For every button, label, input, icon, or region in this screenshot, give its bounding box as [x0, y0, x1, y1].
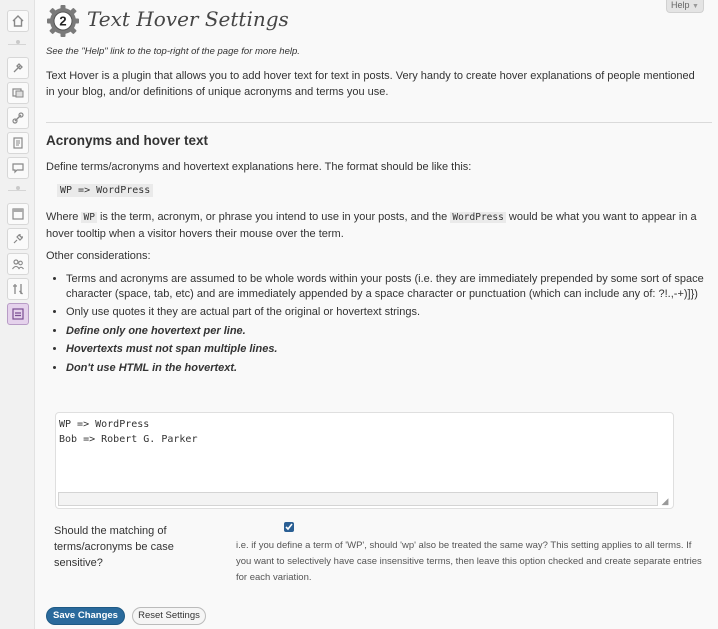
- chevron-down-icon: ▼: [692, 3, 699, 10]
- tools-icon[interactable]: [7, 278, 29, 300]
- where-pre: Where: [46, 211, 79, 223]
- comments-icon[interactable]: [7, 157, 29, 179]
- help-note: See the "Help" link to the top-right of …: [46, 46, 300, 57]
- terms-textarea-container: ◢: [55, 412, 674, 509]
- page-icon-number: 2: [59, 14, 66, 29]
- users-icon[interactable]: [7, 253, 29, 275]
- plugin-intro: Text Hover is a plugin that allows you t…: [46, 70, 695, 98]
- posts-icon[interactable]: [7, 57, 29, 79]
- where-mid: is the term, acronym, or phrase you inte…: [99, 211, 448, 223]
- example-code: WP => WordPress: [57, 184, 154, 197]
- section-heading: Acronyms and hover text: [46, 133, 209, 148]
- where-explanation: Where WP is the term, acronym, or phrase…: [46, 209, 714, 243]
- resize-handle-icon[interactable]: ◢: [660, 496, 670, 506]
- pages-icon[interactable]: [7, 132, 29, 154]
- dashboard-icon[interactable]: [7, 10, 29, 32]
- list-item: Only use quotes it they are actual part …: [66, 305, 714, 320]
- case-sensitive-description: i.e. if you define a term of 'WP', shoul…: [236, 540, 702, 583]
- terms-textarea[interactable]: [56, 413, 673, 491]
- links-icon[interactable]: [7, 107, 29, 129]
- list-item: Define only one hovertext per line.: [66, 324, 714, 339]
- plugin-gear-icon: 2: [46, 4, 80, 38]
- list-item: Don't use HTML in the hovertext.: [66, 361, 714, 376]
- save-changes-button[interactable]: Save Changes: [46, 607, 125, 625]
- page-title: Text Hover Settings: [87, 7, 289, 31]
- horizontal-scrollbar[interactable]: [58, 492, 658, 506]
- appearance-icon[interactable]: [7, 203, 29, 225]
- help-tab-label: Help: [671, 0, 690, 10]
- divider: [46, 122, 712, 123]
- reset-settings-button[interactable]: Reset Settings: [132, 607, 206, 625]
- case-sensitive-label: Should the matching of terms/acronyms be…: [54, 525, 174, 569]
- list-item: Hovertexts must not span multiple lines.: [66, 342, 714, 357]
- help-tab[interactable]: Help ▼: [666, 0, 704, 13]
- considerations-list: Terms and acronyms are assumed to be who…: [46, 272, 714, 379]
- media-icon[interactable]: [7, 82, 29, 104]
- settings-icon[interactable]: [7, 303, 29, 325]
- define-instructions: Define terms/acronyms and hovertext expl…: [46, 161, 472, 173]
- where-code-term: WP: [81, 212, 97, 223]
- sidebar-separator: [8, 190, 26, 191]
- case-sensitive-checkbox[interactable]: [284, 522, 294, 532]
- admin-sidebar: [0, 0, 35, 629]
- plugins-icon[interactable]: [7, 228, 29, 250]
- sidebar-separator: [8, 44, 26, 45]
- other-considerations-heading: Other considerations:: [46, 250, 151, 262]
- where-code-value: WordPress: [450, 212, 506, 223]
- list-item: Terms and acronyms are assumed to be who…: [66, 272, 714, 301]
